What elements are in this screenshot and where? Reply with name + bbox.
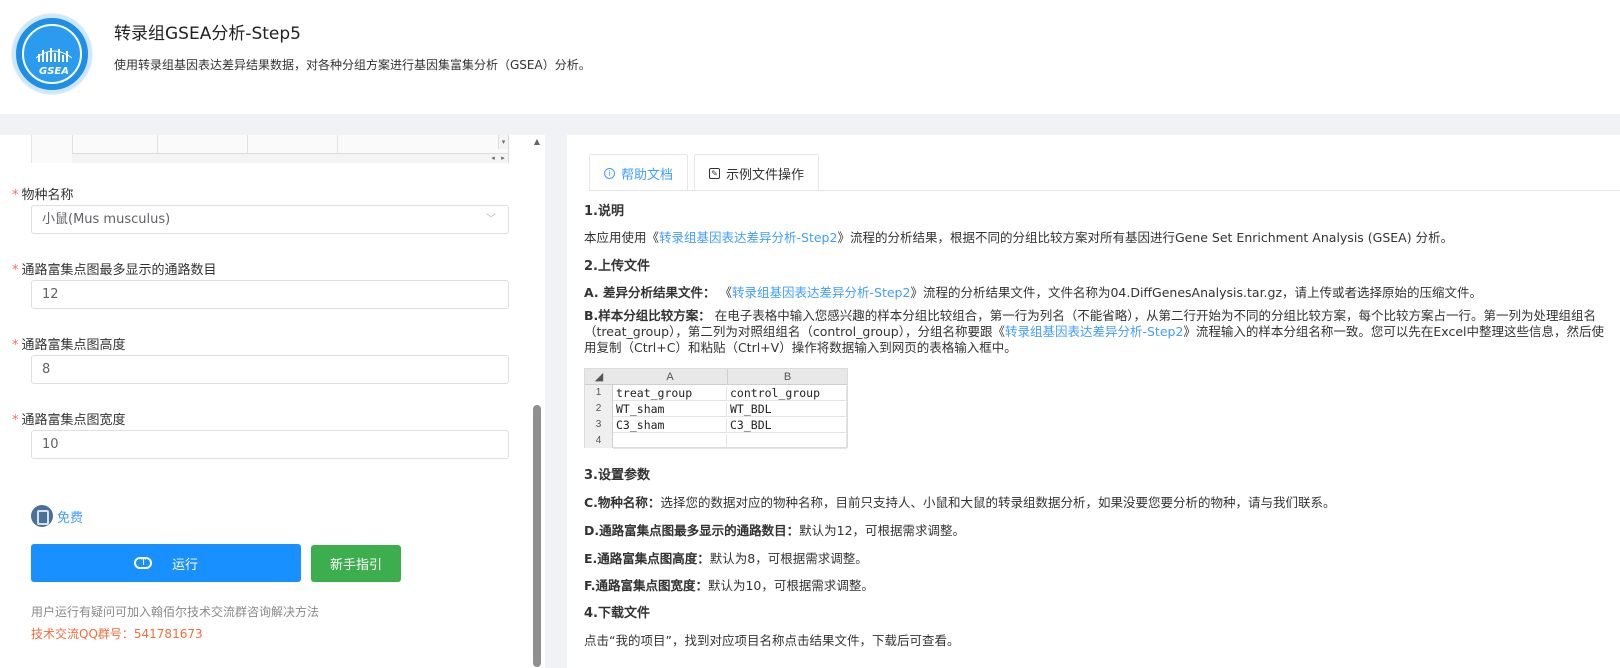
sheet-cell <box>613 434 727 449</box>
scroll-up-icon[interactable]: ▲ <box>532 137 542 146</box>
plot-height-label: * 通路富集点图高度 <box>12 338 126 353</box>
chevron-down-icon: ﹀ <box>486 214 496 225</box>
row-number: 3 <box>585 417 613 433</box>
upload-file-a: A. 差异分析结果文件： 《转录组基因表达差异分析-Step2》流程的分析结果文… <box>584 285 1483 300</box>
species-select[interactable]: 小鼠(Mus musculus) ﹀ <box>31 205 509 234</box>
free-badge: 免费 <box>31 504 83 528</box>
coin-icon <box>31 505 53 527</box>
cloud-upload-icon <box>133 555 152 569</box>
guide-button[interactable]: 新手指引 <box>311 545 401 582</box>
run-button[interactable]: 运行 <box>31 544 301 582</box>
sheet-cell: control_group <box>727 386 847 401</box>
row-number: 4 <box>585 433 613 448</box>
step2-link[interactable]: 转录组基因表达差异分析-Step2 <box>1005 324 1183 339</box>
tab-bar: i 帮助文档 ✎ 示例文件操作 <box>589 154 825 191</box>
group-table-input[interactable]: ▾ ◂ ▸ <box>31 135 509 163</box>
page-description: 使用转录组基因表达差异结果数据，对各种分组方案进行基因集富集分析（GSEA）分析… <box>114 58 591 72</box>
sheet-cell: WT_BDL <box>727 402 847 417</box>
scroll-down-icon[interactable]: ▾ <box>498 135 508 149</box>
section-title: 4.下载文件 <box>584 606 650 621</box>
sheet-cell <box>727 434 847 449</box>
left-scrollbar[interactable]: ▲ <box>532 135 542 668</box>
logo-text: GSEA <box>39 66 69 77</box>
tab-help-docs[interactable]: i 帮助文档 <box>589 154 689 191</box>
sheet-cell: WT_sham <box>613 402 727 417</box>
table-horizontal-scrollbar[interactable]: ◂ ▸ <box>72 153 508 163</box>
bar-chart-icon <box>36 48 72 62</box>
intro-paragraph: 本应用使用《转录组基因表达差异分析-Step2》流程的分析结果，根据不同的分组比… <box>584 230 1454 245</box>
scrollbar-thumb[interactable] <box>533 405 541 667</box>
param-f: F.通路富集点图宽度：默认为10，可根据需求调整。 <box>584 578 874 593</box>
species-label: * 物种名称 <box>12 188 74 203</box>
column-header: B <box>727 369 847 385</box>
divider <box>0 114 1620 135</box>
download-paragraph: 点击“我的项目”，找到对应项目名称点击结果文件，下载后可查看。 <box>584 633 960 648</box>
param-d: D.通路富集点图最多显示的通路数目：默认为12，可根据需求调整。 <box>584 523 966 538</box>
step2-link[interactable]: 转录组基因表达差异分析-Step2 <box>732 285 910 300</box>
section-title: 2.上传文件 <box>584 259 650 274</box>
parameter-panel: ▾ ◂ ▸ * 物种名称 小鼠(Mus musculus) ﹀ * 通路富集点图最多… <box>0 135 545 668</box>
sheet-cell: treat_group <box>613 386 727 401</box>
help-tip: 用户运行有疑问可加入翰佰尔技术交流群咨询解决方法 <box>31 605 320 619</box>
file-edit-icon: ✎ <box>709 167 721 179</box>
help-circle-icon: i <box>604 167 615 179</box>
row-number: 1 <box>585 385 613 401</box>
tab-example-file[interactable]: ✎ 示例文件操作 <box>694 154 820 191</box>
qq-group-tip: 技术交流QQ群号：541781673 <box>31 627 203 641</box>
scroll-left-icon[interactable]: ◂ <box>488 154 498 163</box>
page-title: 转录组GSEA分析-Step5 <box>114 24 301 44</box>
plot-height-input[interactable]: 8 <box>31 355 509 384</box>
section-title: 1.说明 <box>584 204 624 219</box>
divider <box>545 135 567 668</box>
max-pathways-input[interactable]: 12 <box>31 280 509 309</box>
column-header: A <box>613 369 727 385</box>
row-number: 2 <box>585 401 613 417</box>
upload-file-b: B.样本分组比较方案： 在电子表格中输入您感兴趣的样本分组比较组合，第一行为列名… <box>584 308 1605 355</box>
gsea-logo: GSEA <box>12 14 92 94</box>
step2-link[interactable]: 转录组基因表达差异分析-Step2 <box>659 230 837 245</box>
sheet-cell: C3_BDL <box>727 418 847 433</box>
max-pathways-label: * 通路富集点图最多显示的通路数目 <box>12 263 217 278</box>
plot-width-label: * 通路富集点图宽度 <box>12 413 126 428</box>
section-title: 3.设置参数 <box>584 468 650 483</box>
app-header: GSEA 转录组GSEA分析-Step5 使用转录组基因表达差异结果数据，对各种… <box>0 0 1620 114</box>
plot-width-input[interactable]: 10 <box>31 430 509 459</box>
scroll-right-icon[interactable]: ▸ <box>498 154 508 163</box>
tab-underline <box>589 190 1620 191</box>
param-c: C.物种名称：选择您的数据对应的物种名称，目前只支持人、小鼠和大鼠的转录组数据分… <box>584 495 1336 510</box>
sheet-cell: C3_sham <box>613 418 727 433</box>
example-spreadsheet: ◢ A B 1 2 3 4 treat_group control_group … <box>584 368 848 449</box>
param-e: E.通路富集点图高度：默认为8，可根据需求调整。 <box>584 551 868 566</box>
help-panel: i 帮助文档 ✎ 示例文件操作 1.说明 本应用使用《转录组基因表达差异分析-S… <box>567 135 1620 668</box>
